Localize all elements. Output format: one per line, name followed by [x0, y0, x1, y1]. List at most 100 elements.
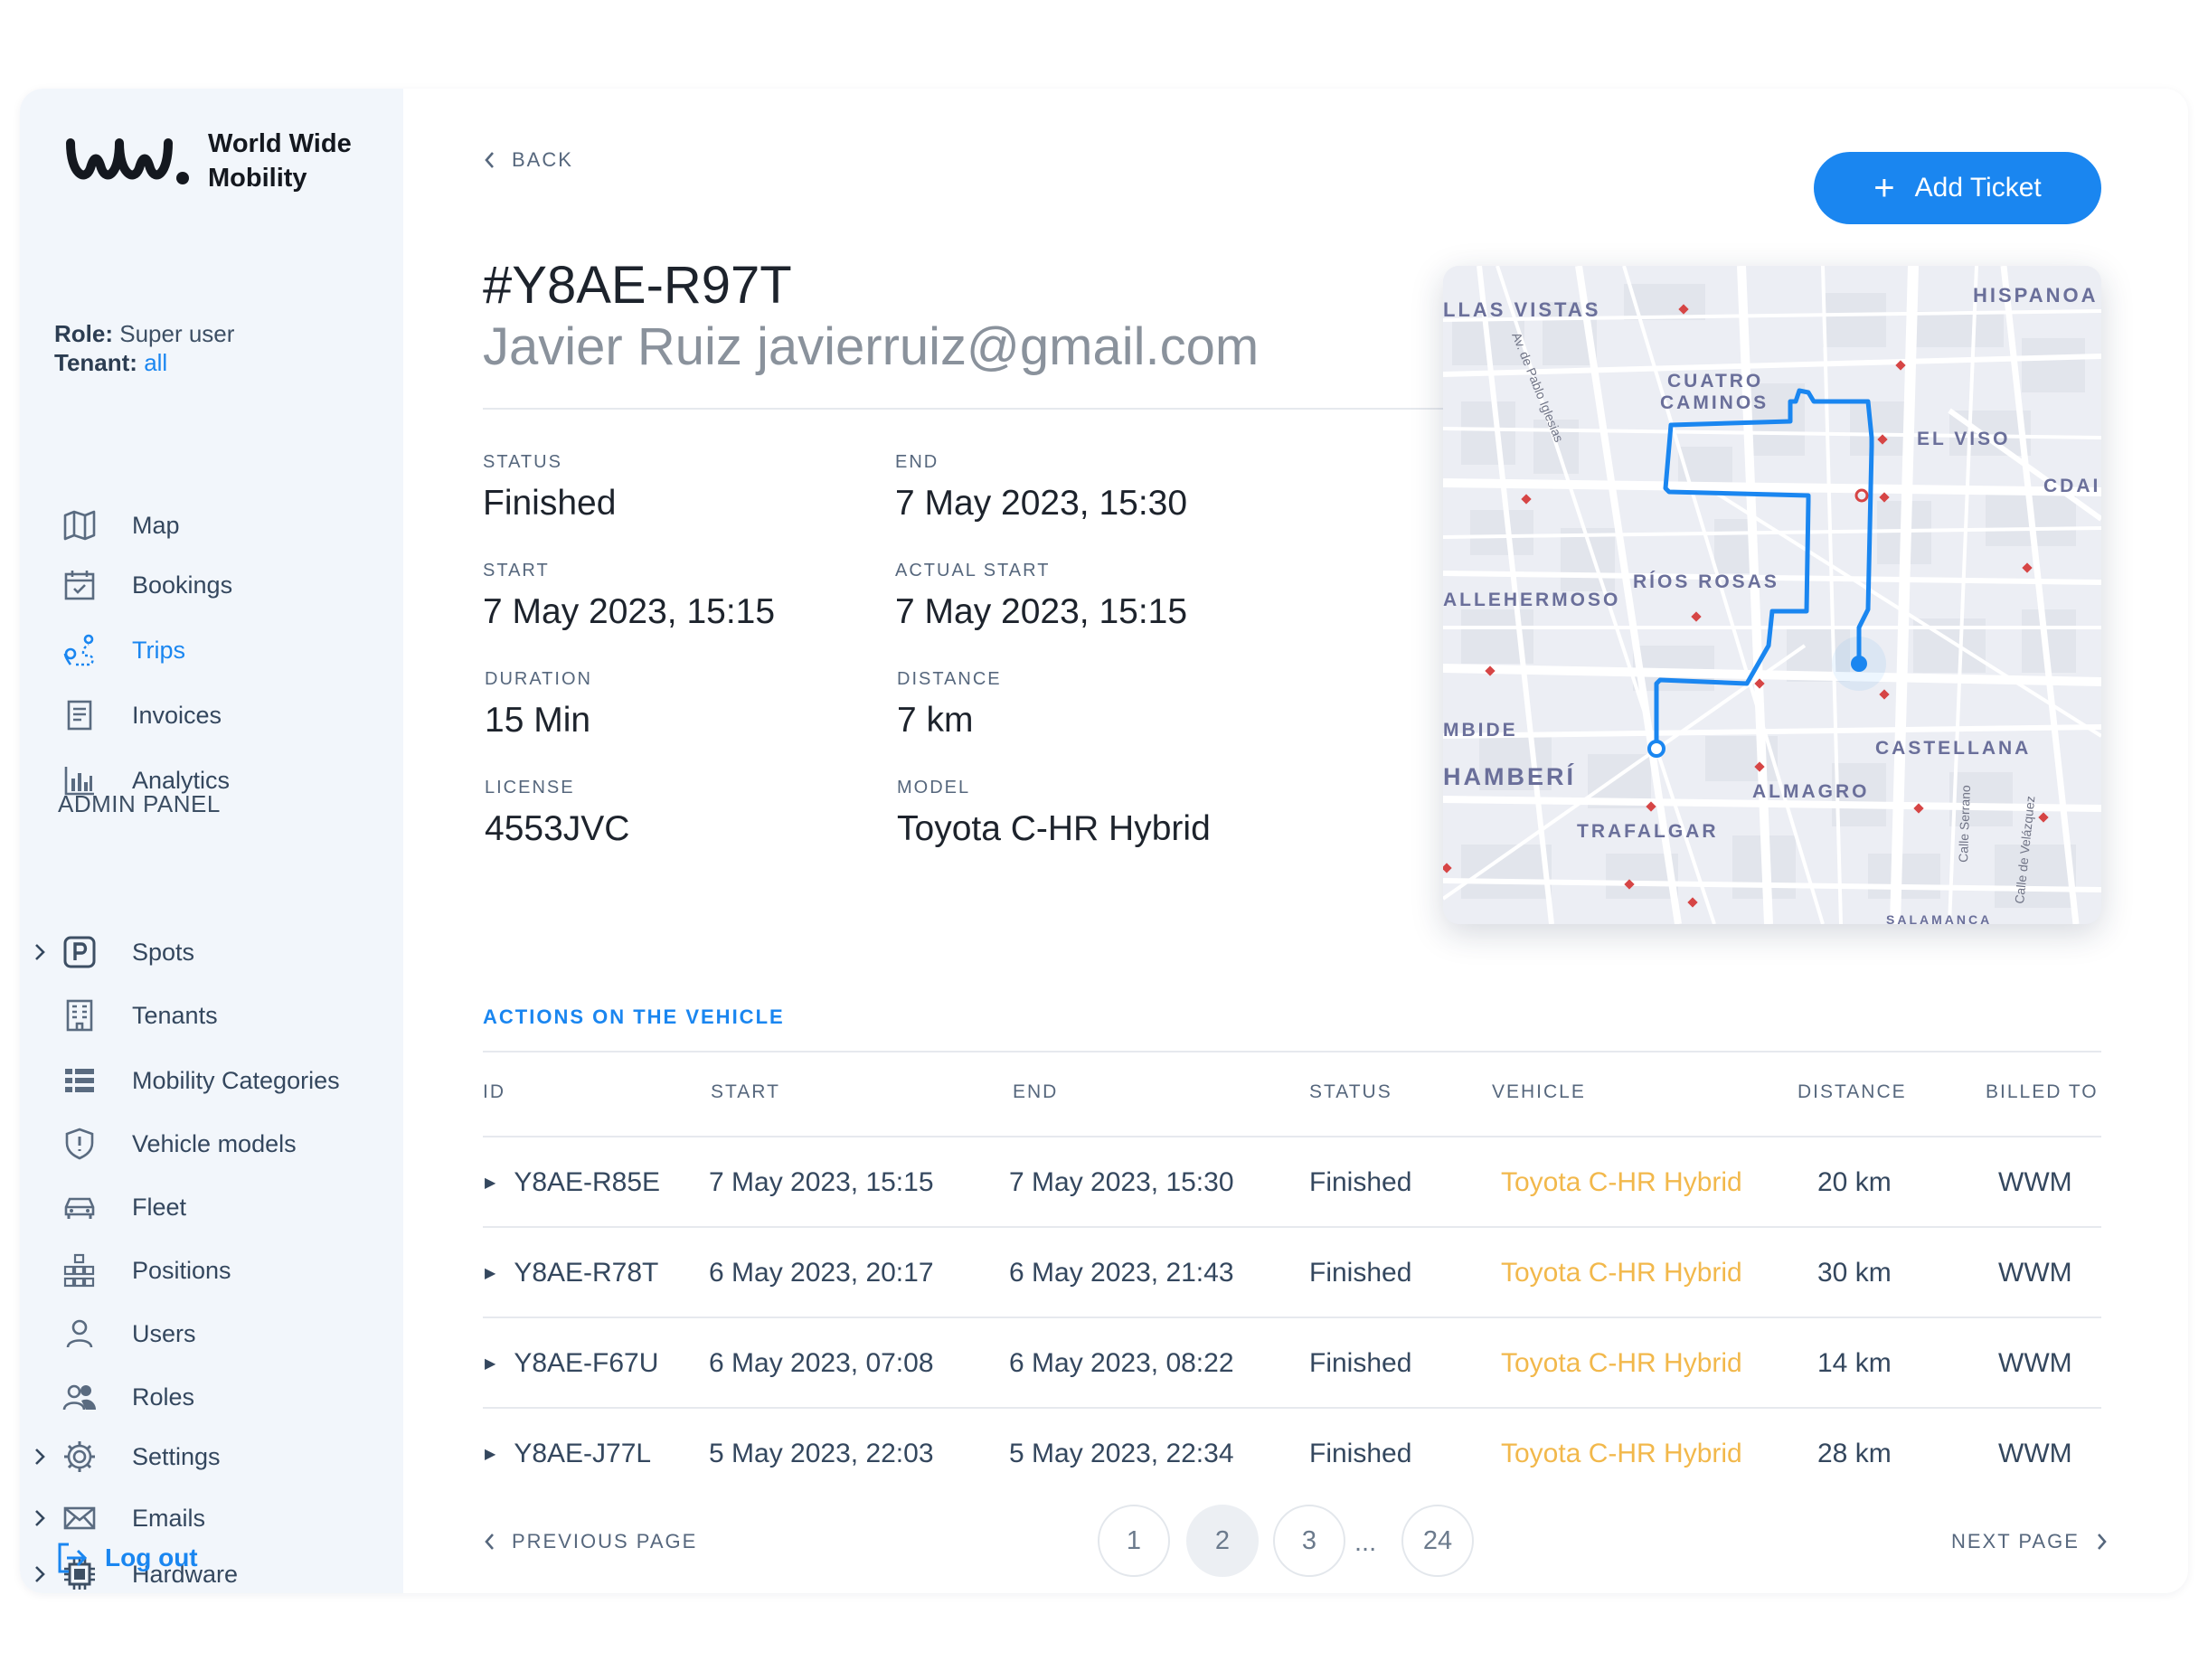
row-start: 6 May 2023, 07:08 — [709, 1348, 934, 1378]
column-header-vehicle[interactable]: VEHICLE — [1492, 1081, 1586, 1103]
field-distance: DISTANCE 7 km — [897, 669, 1002, 741]
field-label: STATUS — [483, 452, 562, 472]
gear-icon — [60, 1437, 99, 1477]
next-page-button[interactable]: NEXT PAGE — [1951, 1530, 2109, 1553]
page-button-24[interactable]: 24 — [1401, 1505, 1474, 1577]
row-id-cell[interactable]: ▶ Y8AE-F67U — [485, 1318, 658, 1409]
sidebar-item-label: Bookings — [132, 571, 233, 599]
expand-triangle-icon[interactable]: ▶ — [485, 1354, 495, 1373]
sidebar-item-users[interactable]: Users — [60, 1311, 196, 1356]
sidebar-item-label: Emails — [132, 1504, 206, 1532]
sidebar-item-label: Positions — [132, 1256, 231, 1284]
brand-logo[interactable]: World Wide Mobility — [65, 127, 352, 195]
field-label: ACTUAL START — [895, 561, 1051, 580]
field-value: Toyota C-HR Hybrid — [897, 809, 1211, 848]
row-vehicle-link[interactable]: Toyota C-HR Hybrid — [1501, 1137, 1742, 1228]
brand-name-line2: Mobility — [208, 164, 307, 193]
row-vehicle-link[interactable]: Toyota C-HR Hybrid — [1501, 1409, 1742, 1499]
back-link[interactable]: BACK — [483, 148, 573, 172]
sidebar-item-trips[interactable]: Trips — [60, 628, 185, 673]
field-label: END — [895, 452, 939, 472]
row-id-cell[interactable]: ▶ Y8AE-R85E — [485, 1137, 660, 1228]
page-button-3[interactable]: 3 — [1273, 1505, 1345, 1577]
sidebar-item-roles[interactable]: Roles — [60, 1374, 194, 1420]
previous-page-button[interactable]: PREVIOUS PAGE — [483, 1530, 697, 1553]
settings-expand-chevron-icon[interactable] — [33, 1434, 51, 1479]
table-top-divider — [483, 1051, 2101, 1052]
list-icon — [60, 1061, 99, 1100]
next-page-label: NEXT PAGE — [1951, 1530, 2080, 1553]
logout-button[interactable]: Log out — [54, 1539, 198, 1577]
sidebar-item-label: Spots — [132, 938, 195, 966]
trip-route-map[interactable]: LLAS VISTAS HISPANOA CUATRO CAMINOS EL V… — [1443, 266, 2101, 924]
role-value: Super user — [119, 320, 235, 347]
row-distance: 30 km — [1817, 1258, 1892, 1288]
expand-triangle-icon[interactable]: ▶ — [485, 1445, 495, 1463]
field-label: DISTANCE — [897, 669, 1002, 689]
field-value: 7 May 2023, 15:30 — [895, 484, 1188, 523]
row-start: 6 May 2023, 20:17 — [709, 1258, 934, 1288]
parking-icon — [60, 932, 99, 972]
table-row[interactable]: ▶ Y8AE-R78T 6 May 2023, 20:17 6 May 2023,… — [483, 1228, 2101, 1318]
field-label: START — [483, 561, 550, 580]
field-license: LICENSE 4553JVC — [485, 778, 629, 849]
sidebar-item-vehicle-models[interactable]: Vehicle models — [60, 1121, 297, 1166]
sidebar-item-positions[interactable]: Positions — [60, 1248, 231, 1293]
row-vehicle-link[interactable]: Toyota C-HR Hybrid — [1501, 1228, 1742, 1318]
table-row[interactable]: ▶ Y8AE-R85E 7 May 2023, 15:15 7 May 2023,… — [483, 1137, 2101, 1228]
column-header-end[interactable]: END — [1013, 1081, 1058, 1103]
page-button-2-current[interactable]: 2 — [1186, 1505, 1259, 1577]
row-distance: 20 km — [1817, 1167, 1892, 1197]
expand-triangle-icon[interactable]: ▶ — [485, 1264, 495, 1282]
page-button-1[interactable]: 1 — [1098, 1505, 1170, 1577]
chevron-left-icon — [485, 1534, 494, 1550]
sidebar-item-label: Users — [132, 1319, 196, 1347]
table-row[interactable]: ▶ Y8AE-F67U 6 May 2023, 07:08 6 May 2023,… — [483, 1318, 2101, 1409]
sidebar-item-fleet[interactable]: Fleet — [60, 1184, 186, 1230]
mail-icon — [60, 1498, 99, 1538]
map-label: ALMAGRO — [1752, 781, 1870, 802]
row-status: Finished — [1309, 1348, 1412, 1378]
row-billed-to: WWM — [1998, 1348, 2072, 1378]
sidebar-item-tenants[interactable]: Tenants — [60, 993, 218, 1038]
hardware-expand-chevron-icon[interactable] — [33, 1552, 51, 1593]
field-duration: DURATION 15 Min — [485, 669, 592, 741]
row-vehicle-link[interactable]: Toyota C-HR Hybrid — [1501, 1318, 1742, 1409]
user-role-info: Role: Super user Tenant: all — [54, 319, 234, 377]
sidebar-item-settings[interactable]: Settings — [60, 1434, 221, 1479]
column-header-billed-to[interactable]: BILLED TO — [1986, 1081, 2099, 1103]
spots-expand-chevron-icon[interactable] — [33, 930, 51, 975]
column-header-id[interactable]: ID — [483, 1081, 505, 1103]
sidebar-item-emails[interactable]: Emails — [60, 1496, 205, 1541]
row-distance: 14 km — [1817, 1348, 1892, 1378]
sidebar-item-invoices[interactable]: Invoices — [60, 693, 222, 738]
sidebar-item-label: Tenants — [132, 1001, 218, 1029]
sidebar-item-mobility-categories[interactable]: Mobility Categories — [60, 1058, 340, 1103]
actions-section-title: ACTIONS ON THE VEHICLE — [483, 1005, 785, 1028]
calendar-icon — [60, 565, 99, 605]
row-status: Finished — [1309, 1258, 1412, 1288]
sidebar-item-bookings[interactable]: Bookings — [60, 562, 232, 608]
column-header-distance[interactable]: DISTANCE — [1798, 1081, 1907, 1103]
tenant-value[interactable]: all — [144, 349, 167, 376]
shield-icon — [60, 1124, 99, 1164]
emails-expand-chevron-icon[interactable] — [33, 1496, 51, 1541]
map-street-label: Calle Serrano — [1956, 785, 1973, 863]
sidebar-item-map[interactable]: Map — [60, 503, 180, 548]
add-ticket-label: Add Ticket — [1914, 173, 2042, 203]
map-label: MBIDE — [1443, 720, 1518, 741]
logout-icon — [58, 1543, 88, 1573]
add-ticket-button[interactable]: + Add Ticket — [1814, 152, 2101, 224]
field-value: 7 May 2023, 15:15 — [895, 592, 1188, 631]
column-header-status[interactable]: STATUS — [1309, 1081, 1392, 1103]
map-label: CASTELLANA — [1875, 738, 2031, 759]
table-row[interactable]: ▶ Y8AE-J77L 5 May 2023, 22:03 5 May 2023,… — [483, 1409, 2101, 1499]
chevron-left-icon — [485, 152, 494, 168]
row-id-cell[interactable]: ▶ Y8AE-J77L — [485, 1409, 651, 1499]
row-id-cell[interactable]: ▶ Y8AE-R78T — [485, 1228, 658, 1318]
logout-label: Log out — [105, 1543, 198, 1571]
expand-triangle-icon[interactable]: ▶ — [485, 1174, 495, 1192]
column-header-start[interactable]: START — [711, 1081, 780, 1103]
sidebar-item-spots[interactable]: Spots — [60, 930, 194, 975]
row-end: 6 May 2023, 08:22 — [1009, 1348, 1234, 1378]
